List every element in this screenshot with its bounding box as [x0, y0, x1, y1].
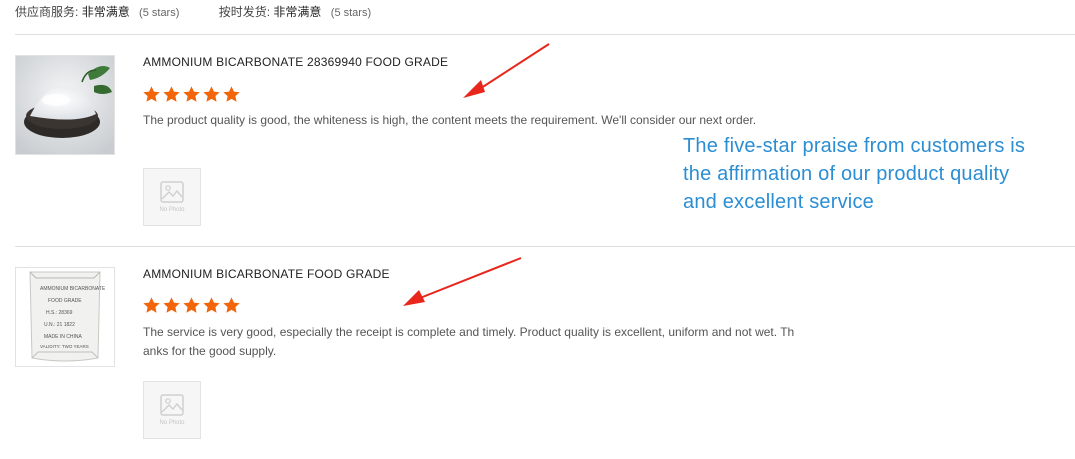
star-rating: [142, 85, 241, 105]
divider: [15, 246, 1075, 247]
product-bag-icon: AMMONIUM BICARBONATE FOOD GRADE H.S.: 28…: [16, 268, 114, 366]
no-photo-label: No Photo: [159, 420, 185, 426]
annotation-arrow-icon: [463, 43, 550, 98]
star-icon: [203, 297, 220, 313]
review-text: The service is very good, especially the…: [143, 325, 795, 358]
no-photo-placeholder: No Photo: [143, 168, 201, 226]
supplier-service-value: 非常满意: [81, 5, 130, 19]
image-placeholder-icon: [160, 181, 184, 203]
star-icon: [223, 297, 240, 313]
review-product-title[interactable]: AMMONIUM BICARBONATE 28369940 FOOD GRADE: [143, 55, 448, 69]
annotation-arrow-icon: [403, 257, 522, 306]
on-time-delivery-value: 非常满意: [273, 5, 322, 19]
supplier-service-rating: 供应商服务: 非常满意 (5 stars): [15, 3, 179, 20]
no-photo-label: No Photo: [159, 207, 185, 213]
no-photo-placeholder: No Photo: [143, 381, 201, 439]
review-text: The product quality is good, the whitene…: [143, 113, 757, 127]
star-icon: [203, 86, 220, 102]
bag-line: AMMONIUM BICARBONATE: [40, 286, 106, 292]
star-icon: [163, 86, 180, 102]
bag-line: FOOD GRADE: [48, 298, 82, 304]
supplier-service-stars-note: (5 stars): [139, 7, 180, 19]
bag-line: VALIDITY: TWO YEARS: [40, 344, 89, 349]
divider: [15, 34, 1075, 35]
bag-line: MADE IN CHINA: [44, 334, 82, 340]
on-time-delivery-stars-note: (5 stars): [330, 7, 372, 19]
white-powder-bowl-icon: [16, 56, 114, 154]
star-icon: [183, 297, 200, 313]
on-time-delivery-rating: 按时发货: 非常满意 (5 stars): [219, 3, 371, 20]
product-thumbnail[interactable]: [15, 55, 115, 155]
product-thumbnail[interactable]: AMMONIUM BICARBONATE FOOD GRADE H.S.: 28…: [15, 267, 115, 367]
supplier-rating-summary: 供应商服务: 非常满意 (5 stars) 按时发货: 非常满意 (5 star…: [15, 3, 407, 20]
annotation-caption: The five-star praise from customers is t…: [683, 135, 1026, 213]
star-icon: [143, 86, 160, 102]
supplier-service-label: 供应商服务:: [15, 5, 79, 19]
bag-line: U.N.: 21 1822: [44, 322, 75, 328]
star-rating: [142, 296, 241, 316]
star-icon: [143, 297, 160, 313]
star-icon: [183, 86, 200, 102]
star-icon: [223, 86, 240, 102]
review-product-title[interactable]: AMMONIUM BICARBONATE FOOD GRADE: [143, 267, 390, 281]
star-icon: [163, 297, 180, 313]
image-placeholder-icon: [160, 394, 184, 416]
bag-line: H.S.: 28369: [46, 310, 73, 316]
on-time-delivery-label: 按时发货:: [218, 5, 271, 19]
